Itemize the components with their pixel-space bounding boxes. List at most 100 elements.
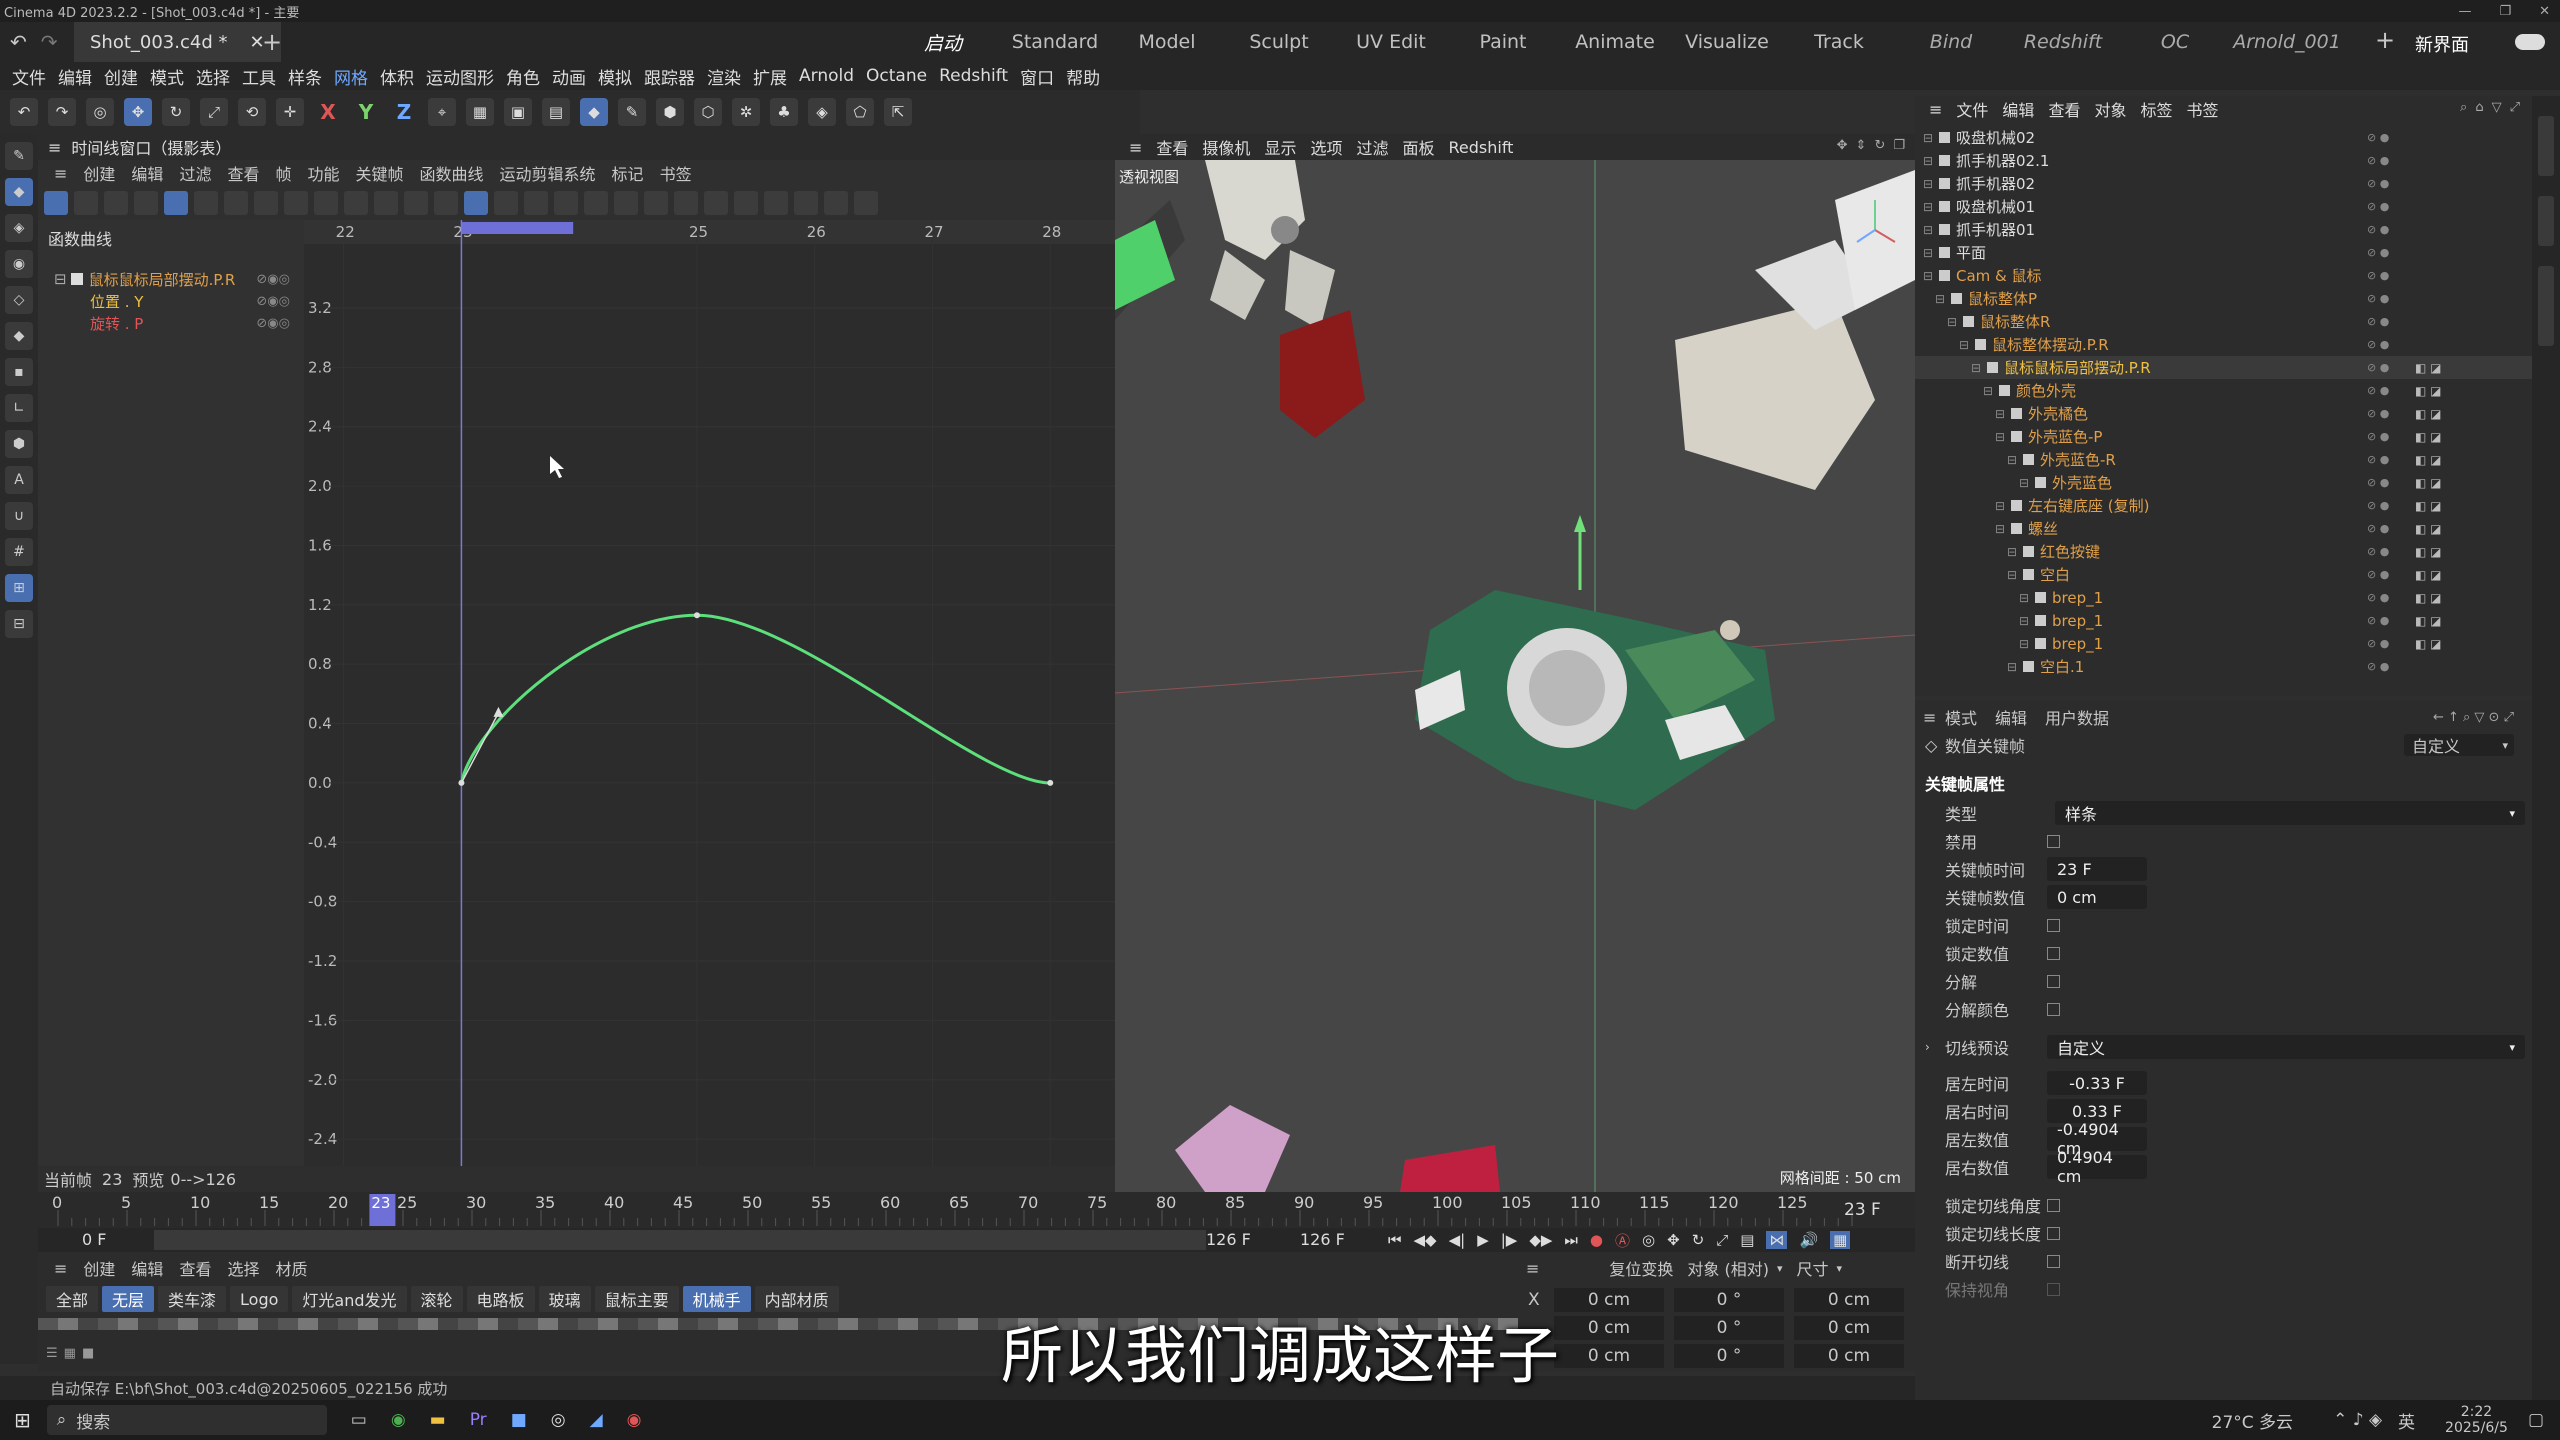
material-layer-tab[interactable]: 内部材质: [754, 1286, 839, 1312]
object-tags-icon[interactable]: ◧ ◪: [2415, 614, 2442, 628]
material-menu-item[interactable]: 材质: [275, 1256, 307, 1280]
c4d-icon[interactable]: ◎: [551, 1410, 566, 1430]
timeline-menu-item[interactable]: 关键帧: [356, 161, 404, 185]
lock-time-checkbox[interactable]: [2047, 918, 2060, 932]
minimize-icon[interactable]: —: [2458, 4, 2471, 19]
object-flags-icon[interactable]: ⊘ ●: [2367, 637, 2389, 650]
pan-icon[interactable]: ✥: [1837, 138, 1848, 153]
cube-icon[interactable]: ◆: [580, 98, 608, 126]
object-menu-item[interactable]: 查看: [2048, 97, 2080, 121]
object-flags-icon[interactable]: ⊘ ●: [2367, 407, 2389, 420]
lock-length-checkbox[interactable]: [2047, 1226, 2060, 1240]
attr-menu-userdata[interactable]: 用户数据: [2045, 705, 2109, 729]
menu-item[interactable]: 编辑: [58, 64, 92, 89]
extrude-icon[interactable]: ⬡: [694, 98, 722, 126]
timeline-menu-item[interactable]: 帧: [275, 161, 291, 185]
attr-nav-icons[interactable]: ← ↑ ⌕ ▽ ⊙ ⤢: [2433, 710, 2514, 725]
prev-key-icon[interactable]: ◀◆: [1414, 1231, 1437, 1249]
viewport-menu-item[interactable]: 面板: [1402, 135, 1434, 159]
taskbar-search[interactable]: ⌕ 搜索: [46, 1405, 327, 1435]
object-row[interactable]: ⊟ 抓手机器02.1 ⊘ ●: [1915, 149, 2532, 172]
grid-view-icon[interactable]: ▦: [64, 1346, 76, 1361]
panel-menu-icon[interactable]: ≡: [1526, 1259, 1539, 1278]
right-value-field[interactable]: 0.4904 cm: [2047, 1148, 2147, 1186]
layout-tab[interactable]: UV Edit: [1336, 22, 1446, 62]
add-tab-icon[interactable]: +: [262, 28, 282, 56]
expand-toggle-icon[interactable]: ⊟: [2019, 476, 2033, 490]
expand-toggle-icon[interactable]: ⊟: [2019, 591, 2033, 605]
polygons-mode-icon[interactable]: ◆: [5, 322, 33, 350]
keyframe-point[interactable]: [1047, 779, 1054, 786]
range-end2-field[interactable]: 126 F: [1300, 1230, 1345, 1249]
object-flags-icon[interactable]: ⊘ ●: [2367, 499, 2389, 512]
expand-toggle-icon[interactable]: ⊟: [1923, 154, 1937, 168]
object-row[interactable]: ⊟ 左右键底座 (复制) ⊘ ● ◧ ◪: [1915, 494, 2532, 517]
attr-menu-mode[interactable]: 模式: [1945, 705, 1977, 729]
explorer-icon[interactable]: ▬: [430, 1410, 446, 1430]
keyframe-point[interactable]: [458, 779, 465, 786]
key-selection-icon[interactable]: ◎: [1642, 1231, 1655, 1249]
object-tags-icon[interactable]: ◧ ◪: [2415, 453, 2442, 467]
add-layout-icon[interactable]: +: [2375, 26, 2395, 54]
viewport-menu-item[interactable]: Redshift: [1449, 138, 1514, 157]
object-flags-icon[interactable]: ⊘ ●: [2367, 660, 2389, 673]
material-layer-tab[interactable]: 无层: [102, 1286, 155, 1312]
object-row[interactable]: ⊟ brep_1 ⊘ ● ◧ ◪: [1915, 586, 2532, 609]
keyframe-point[interactable]: [693, 612, 700, 619]
orbit-icon[interactable]: ↻: [1874, 138, 1885, 153]
axis-mode-icon[interactable]: ∟: [5, 394, 33, 422]
object-flags-icon[interactable]: ⊘ ●: [2367, 315, 2389, 328]
panel-menu-icon[interactable]: ≡: [54, 1259, 67, 1278]
menu-item[interactable]: 扩展: [753, 64, 787, 89]
object-flags-icon[interactable]: ⊘ ●: [2367, 246, 2389, 259]
object-row[interactable]: ⊟ 鼠标整体摆动.P.R ⊘ ●: [1915, 333, 2532, 356]
chrome-icon[interactable]: ◉: [391, 1410, 406, 1430]
expand-toggle-icon[interactable]: ⊟: [2019, 614, 2033, 628]
model-mode-icon[interactable]: ◆: [5, 178, 33, 206]
menu-item[interactable]: 动画: [552, 64, 586, 89]
break-tangent-checkbox[interactable]: [2047, 1254, 2060, 1268]
scale-icon[interactable]: ⤢: [200, 98, 228, 126]
material-layer-tab[interactable]: 灯光and发光: [292, 1286, 407, 1312]
timeline-tool-icon[interactable]: [74, 191, 98, 215]
tab-file[interactable]: Shot_003.c4d * ✕: [74, 22, 281, 62]
sound-icon[interactable]: 🔊: [1799, 1231, 1818, 1249]
object-flags-icon[interactable]: ⊘ ●: [2367, 269, 2389, 282]
coordinate-system-icon[interactable]: ⌖: [428, 98, 456, 126]
scene-icon[interactable]: ⬠: [846, 98, 874, 126]
menu-item[interactable]: Arnold: [799, 66, 854, 86]
material-layer-tab[interactable]: Logo: [230, 1286, 289, 1312]
range-end-field[interactable]: 126 F: [1206, 1230, 1251, 1249]
object-menu-item[interactable]: 书签: [2186, 97, 2218, 121]
collapse-icon[interactable]: ⊟: [54, 270, 67, 288]
coord-field[interactable]: 0 °: [1674, 1316, 1784, 1340]
left-time-field[interactable]: -0.33 F: [2047, 1071, 2147, 1095]
keyframe-mode-icon[interactable]: [44, 191, 68, 215]
layout-tab[interactable]: Model: [1112, 22, 1222, 62]
pen-icon[interactable]: ✎: [618, 98, 646, 126]
material-layer-tab[interactable]: 类车漆: [158, 1286, 227, 1312]
layout-tab[interactable]: Arnold_001: [2232, 22, 2342, 62]
timeline-menu-item[interactable]: 编辑: [131, 161, 163, 185]
magnet-icon[interactable]: ∪: [5, 502, 33, 530]
object-tags-icon[interactable]: ◧ ◪: [2415, 430, 2442, 444]
viewport[interactable]: ≡ 查看 摄像机 显示 选项 过滤 面板 Redshift ✥ ⇕ ↻ ❐ 透视视图: [1115, 134, 1915, 1192]
lock-angle-checkbox[interactable]: [2047, 1198, 2060, 1212]
viewport-menu-item[interactable]: 过滤: [1356, 135, 1388, 159]
weather-text[interactable]: 27°C 多云: [2212, 1408, 2293, 1433]
redo-icon[interactable]: ↷: [48, 98, 76, 126]
coord-mode-dropdown[interactable]: 对象 (相对): [1687, 1256, 1769, 1280]
menu-item[interactable]: 文件: [12, 64, 46, 89]
object-row[interactable]: ⊟ brep_1 ⊘ ● ◧ ◪: [1915, 609, 2532, 632]
side-tab[interactable]: [2538, 196, 2554, 246]
object-flags-icon[interactable]: ⊘ ●: [2367, 177, 2389, 190]
viewport-menu-item[interactable]: 显示: [1264, 135, 1296, 159]
expand-toggle-icon[interactable]: ⊟: [1923, 200, 1937, 214]
deformer-icon[interactable]: ♣: [770, 98, 798, 126]
side-tab[interactable]: [2538, 266, 2554, 346]
object-flags-icon[interactable]: ⊘ ●: [2367, 591, 2389, 604]
mograph-icon[interactable]: ✲: [732, 98, 760, 126]
points-mode-icon[interactable]: ◉: [5, 250, 33, 278]
material-menu-item[interactable]: 创建: [83, 1256, 115, 1280]
coord-size-dropdown[interactable]: 尺寸: [1797, 1256, 1829, 1280]
